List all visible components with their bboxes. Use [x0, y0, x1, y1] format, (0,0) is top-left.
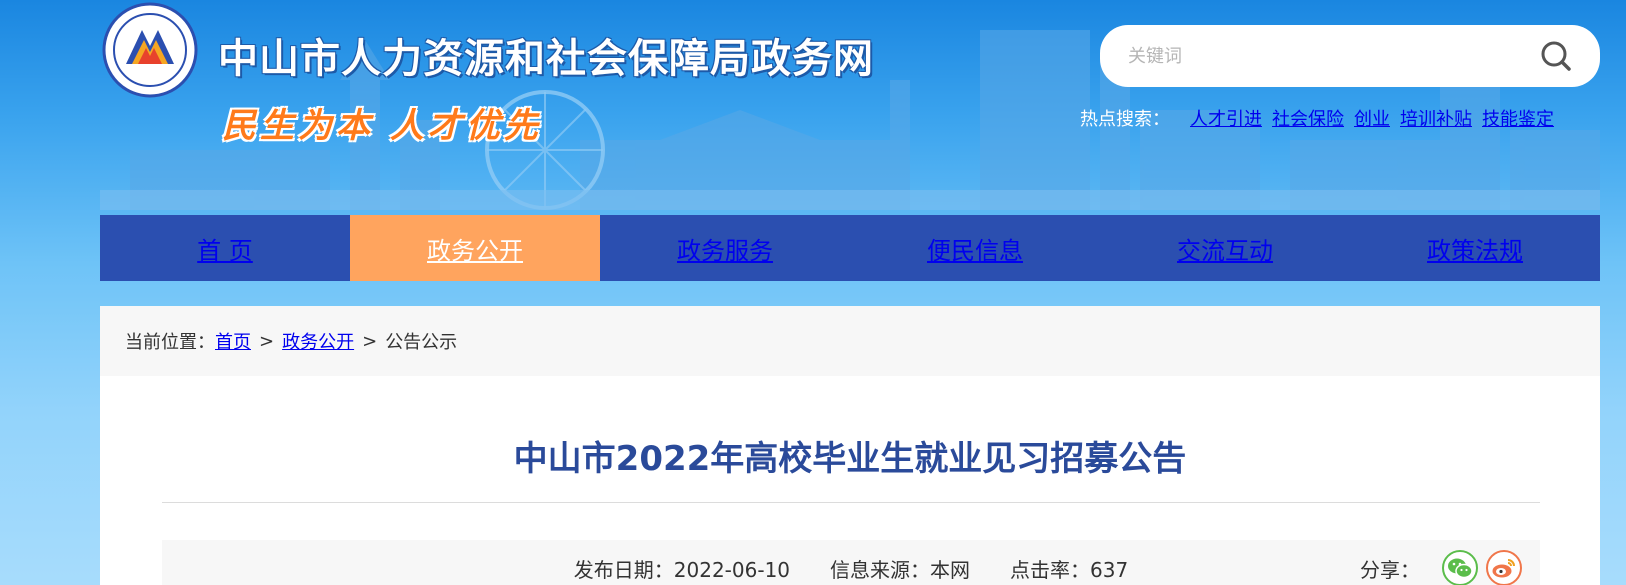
publish-date-group: 发布日期：2022-06-10	[574, 554, 790, 583]
weibo-icon[interactable]	[1486, 550, 1522, 585]
article-title: 中山市2022年高校毕业生就业见习招募公告	[513, 439, 1187, 479]
breadcrumb-separator: >	[362, 330, 378, 352]
hot-link-talent[interactable]: 人才引进	[1190, 105, 1262, 131]
nav-public-info[interactable]: 便民信息	[850, 215, 1100, 281]
breadcrumb-prefix: 当前位置：	[125, 332, 215, 353]
hrss-emblem-icon[interactable]	[102, 2, 198, 98]
share-label: 分享：	[1360, 557, 1420, 582]
breadcrumb: 当前位置： 首页 > 政务公开 > 公告公示	[100, 306, 1600, 376]
publish-date-label: 发布日期：	[573, 557, 674, 582]
site-header: 中山市人力资源和社会保障局政务网 民生为本 人才优先 热点搜索： 人才引进 社会…	[0, 0, 1626, 215]
breadcrumb-separator: >	[259, 330, 275, 352]
article-meta: 发布日期：2022-06-10 信息来源：本网 点击率：637	[162, 540, 1540, 585]
site-slogan: 民生为本 人才优先	[222, 106, 542, 146]
nav-government-affairs[interactable]: 政务公开	[350, 215, 600, 281]
hits-count: 637	[1090, 557, 1129, 582]
source-group: 信息来源：本网	[830, 554, 970, 583]
wechat-icon[interactable]	[1442, 550, 1478, 585]
title-divider	[162, 502, 1540, 503]
breadcrumb-current: 公告公示	[385, 332, 458, 353]
hot-link-entrepreneurship[interactable]: 创业	[1354, 105, 1390, 131]
hot-link-training-subsidy[interactable]: 培训补贴	[1400, 105, 1472, 131]
main-nav: 首 页 政务公开 政务服务 便民信息 交流互动 政策法规	[100, 215, 1600, 281]
site-title: 中山市人力资源和社会保障局政务网	[218, 36, 874, 82]
hot-link-social-insurance[interactable]: 社会保险	[1272, 105, 1344, 131]
article-meta-bar: 发布日期：2022-06-10 信息来源：本网 点击率：637 分享：	[162, 540, 1540, 585]
search-box	[1100, 25, 1600, 87]
share-bar: 分享：	[1360, 548, 1522, 585]
source-value: 本网	[930, 557, 971, 582]
nav-home[interactable]: 首 页	[100, 215, 350, 281]
hot-search-label: 热点搜索：	[1080, 109, 1170, 130]
breadcrumb-government-affairs[interactable]: 政务公开	[282, 328, 354, 354]
hot-link-skill-appraisal[interactable]: 技能鉴定	[1482, 105, 1554, 131]
nav-government-services[interactable]: 政务服务	[600, 215, 850, 281]
hits-label: 点击率：	[1010, 557, 1091, 582]
breadcrumb-home[interactable]: 首页	[215, 328, 251, 354]
nav-interaction[interactable]: 交流互动	[1100, 215, 1350, 281]
hot-search-bar: 热点搜索： 人才引进 社会保险 创业 培训补贴 技能鉴定	[1080, 104, 1554, 132]
publish-date: 2022-06-10	[673, 557, 791, 582]
source-label: 信息来源：	[830, 557, 931, 582]
hits-group: 点击率：637	[1010, 554, 1128, 583]
content-panel: 当前位置： 首页 > 政务公开 > 公告公示 中山市2022年高校毕业生就业见习…	[100, 306, 1600, 585]
search-input[interactable]	[1128, 39, 1508, 73]
search-icon[interactable]	[1540, 40, 1572, 72]
nav-policies[interactable]: 政策法规	[1350, 215, 1600, 281]
